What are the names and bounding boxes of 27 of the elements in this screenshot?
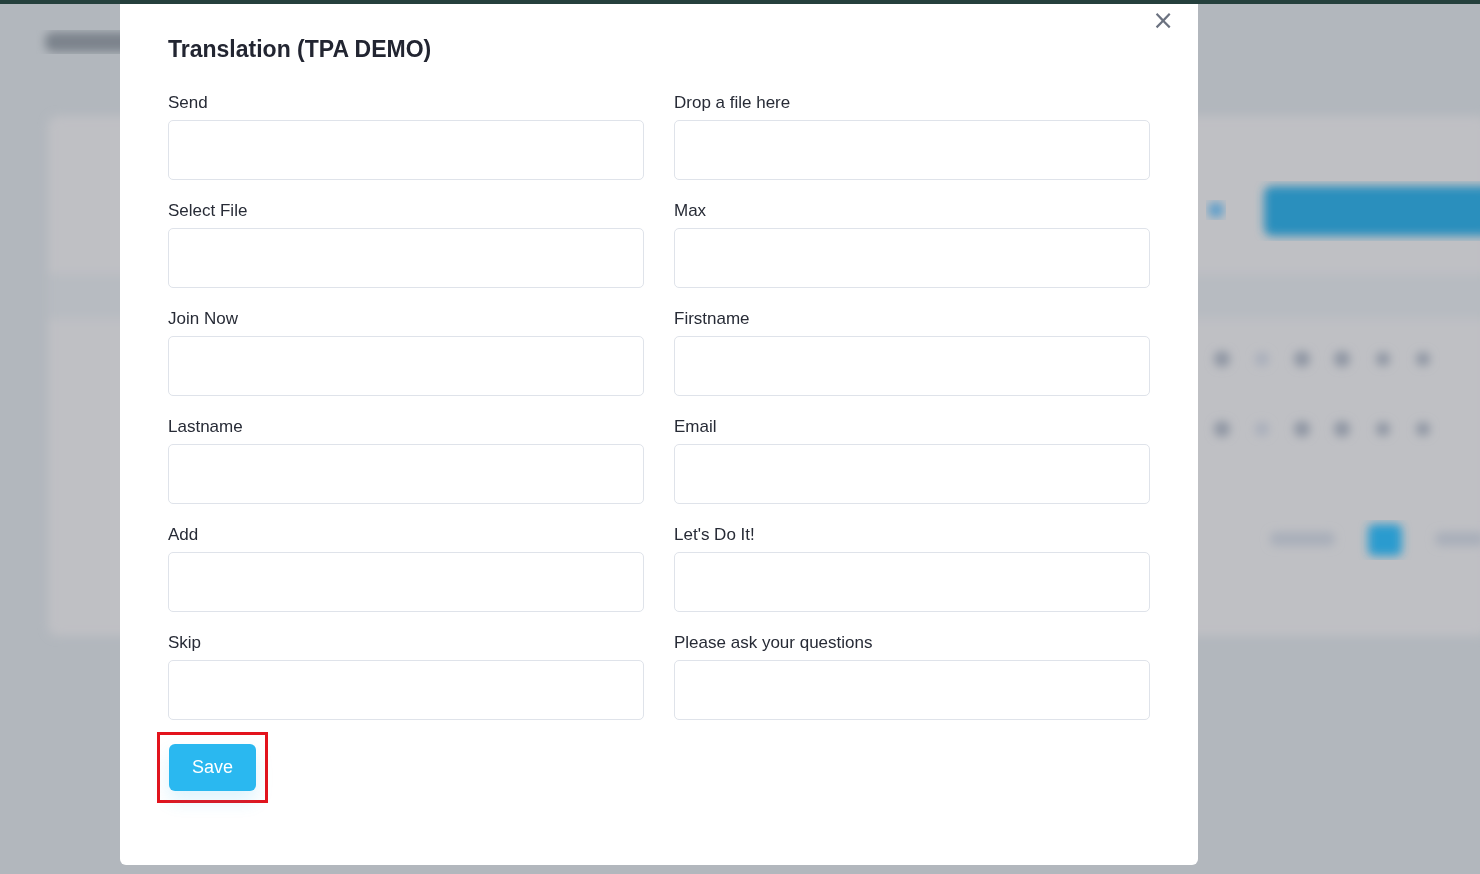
field-label: Add [168, 525, 200, 545]
dialog-title: Translation (TPA DEMO) [168, 36, 433, 63]
input-field[interactable] [674, 660, 1150, 720]
field-label: Drop a file here [674, 93, 792, 113]
field-label: Max [674, 201, 708, 221]
input-field[interactable] [168, 120, 644, 180]
input-field[interactable] [168, 660, 644, 720]
field-label: Skip [168, 633, 203, 653]
input-field[interactable] [168, 228, 644, 288]
input-field[interactable] [168, 552, 644, 612]
input-field[interactable] [168, 336, 644, 396]
field-label: Firstname [674, 309, 751, 329]
input-field[interactable] [674, 228, 1150, 288]
field-label: Send [168, 93, 209, 113]
field-label: Please ask your questions [674, 633, 874, 653]
input-field[interactable] [168, 444, 644, 504]
input-field[interactable] [674, 120, 1150, 180]
field-label: Email [674, 417, 718, 437]
input-field[interactable] [674, 336, 1150, 396]
input-field[interactable] [674, 552, 1150, 612]
field-label: Lastname [168, 417, 244, 437]
field-label: Join Now [168, 309, 239, 329]
input-field[interactable] [674, 444, 1150, 504]
close-button[interactable]: × [1148, 6, 1178, 34]
blurred-search-icon [1208, 202, 1224, 218]
field-label: Let's Do It! [674, 525, 756, 545]
field-label: Select File [168, 201, 249, 221]
